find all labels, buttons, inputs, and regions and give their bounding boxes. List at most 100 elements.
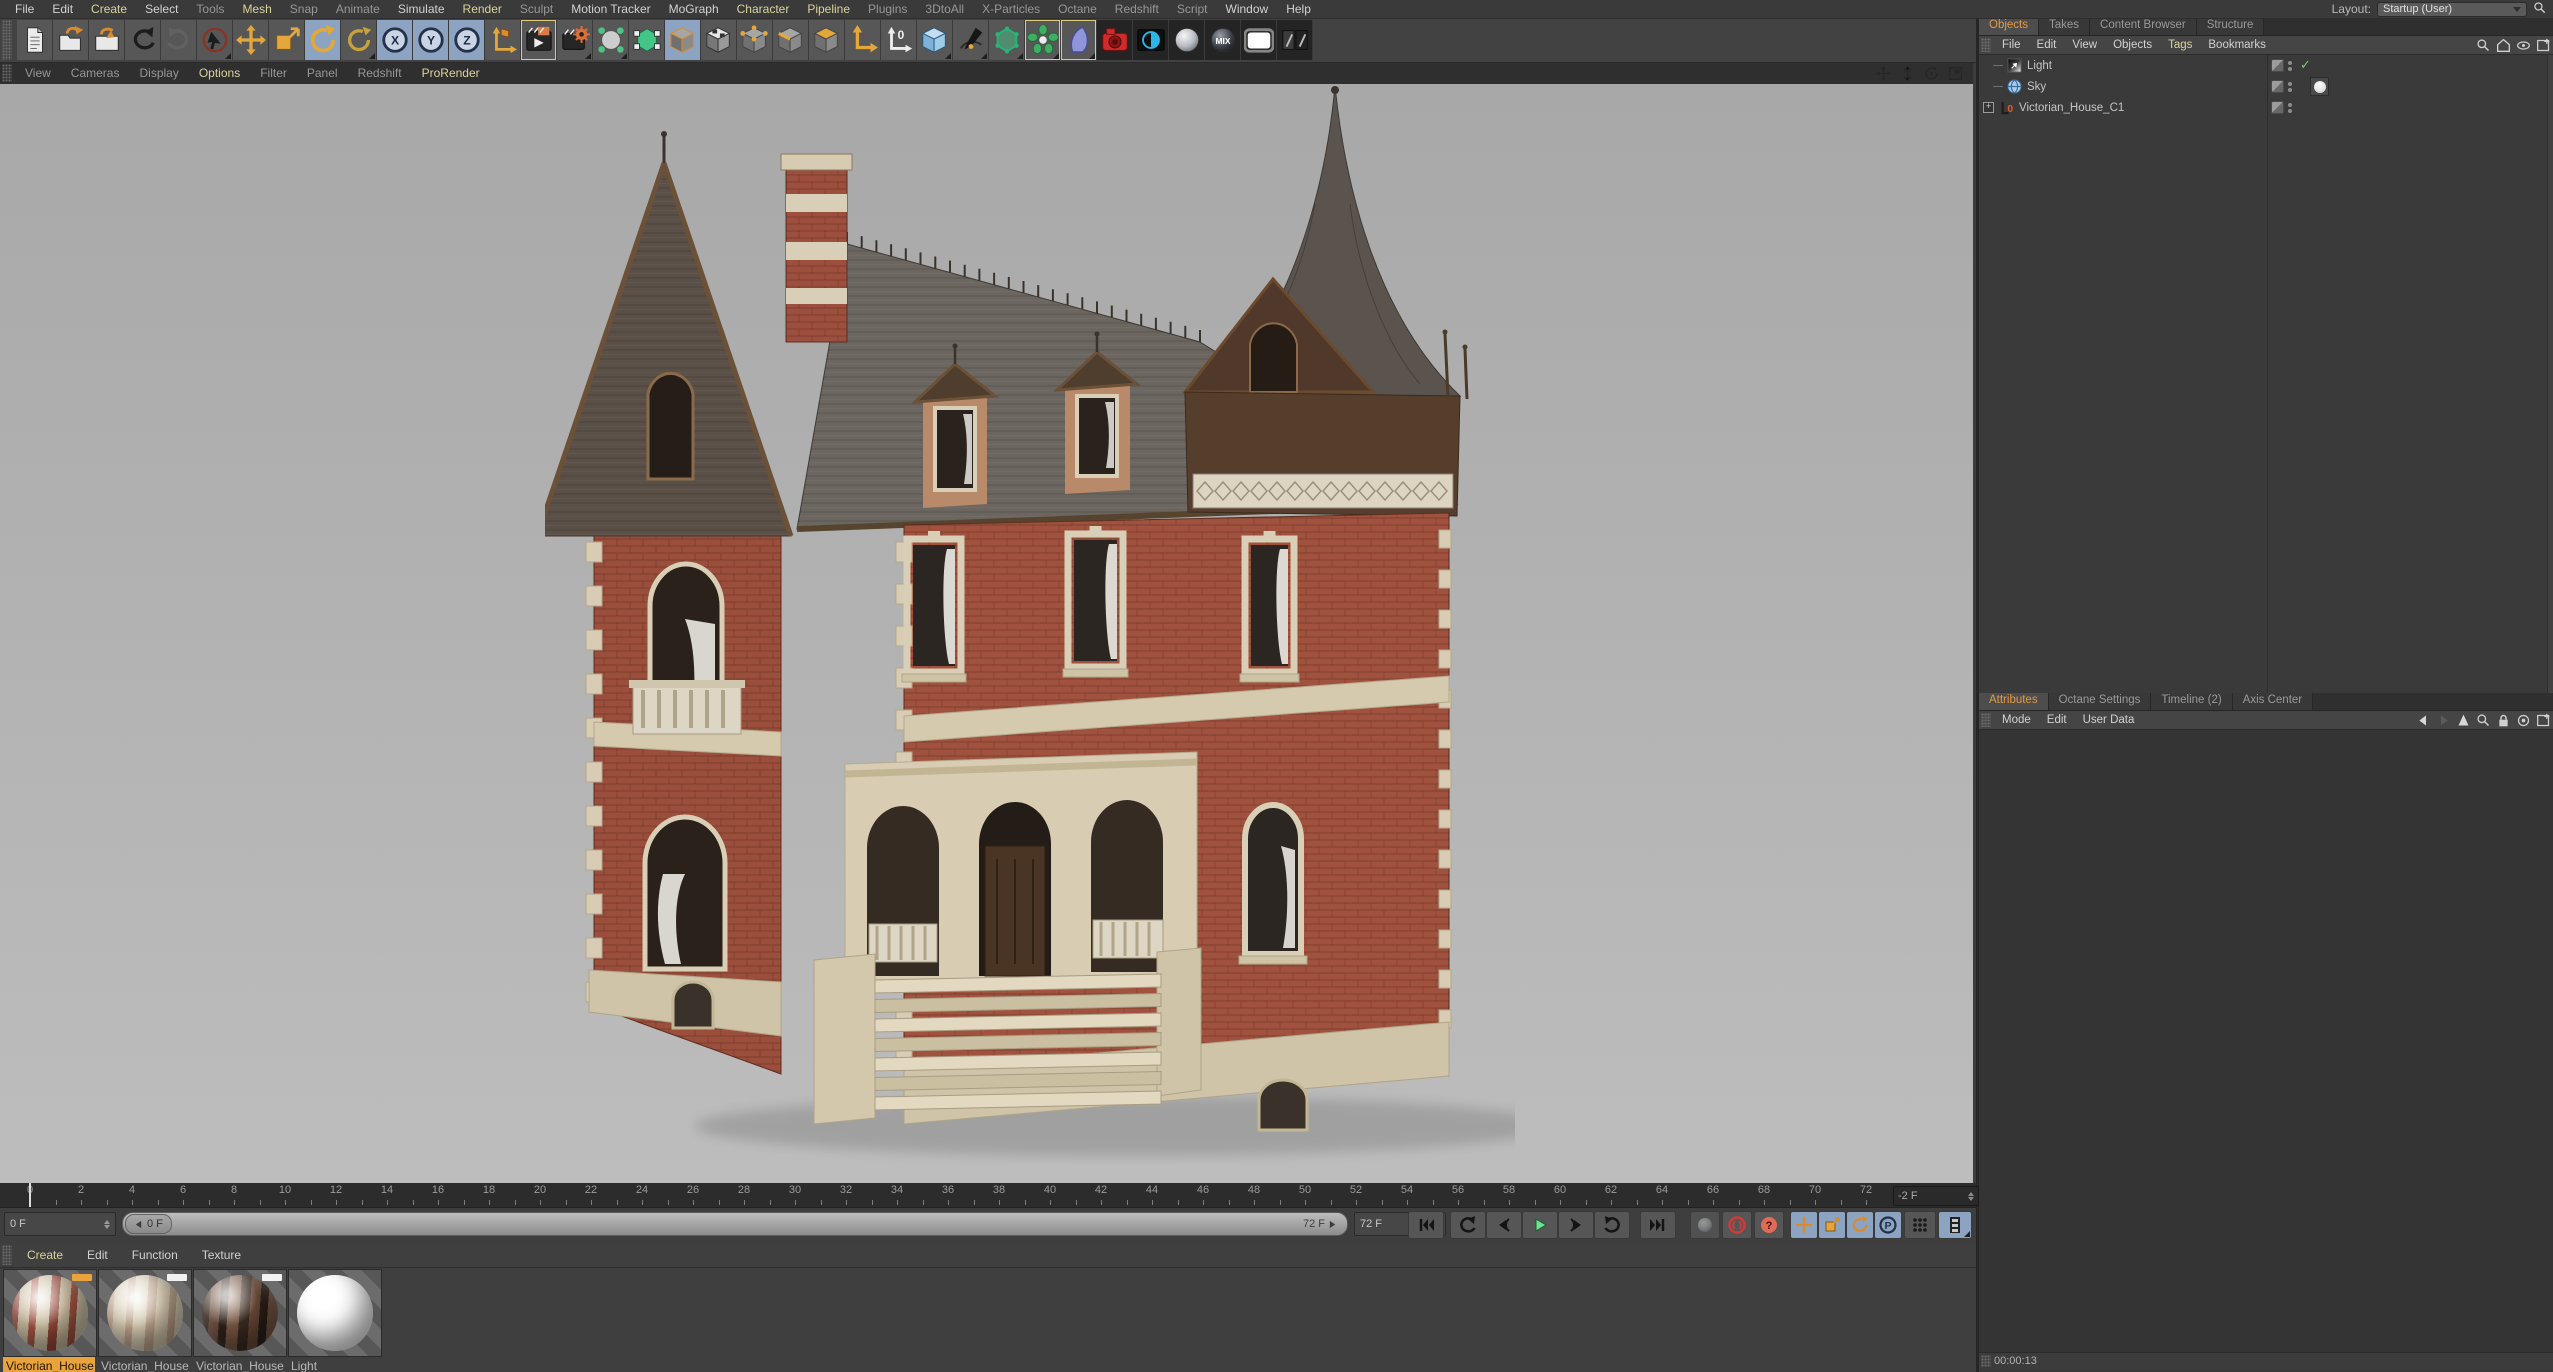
play-button[interactable] (1522, 1211, 1558, 1239)
orbit-view-icon[interactable] (1921, 64, 1941, 82)
eye-filter-icon[interactable] (2515, 37, 2532, 53)
workplane-mode-icon[interactable]: 0 (881, 20, 917, 60)
timeline-ruler[interactable]: 0246810121416182022242628303234363840424… (0, 1183, 1976, 1208)
material-thumbnail[interactable] (98, 1269, 192, 1357)
lock-y-icon[interactable]: Y (413, 20, 449, 60)
texture-pair-icon[interactable] (1277, 20, 1313, 60)
tab-attributes[interactable]: Attributes (1979, 693, 2049, 710)
mix-material-icon[interactable]: MIX (1205, 20, 1241, 60)
menu-render[interactable]: Render (454, 1, 511, 17)
menu-octane[interactable]: Octane (1049, 1, 1106, 17)
tab-timeline-2[interactable]: Timeline (2) (2151, 693, 2233, 710)
menu-tools[interactable]: Tools (187, 1, 233, 17)
layer-color-toggle[interactable] (2271, 59, 2284, 72)
material-label[interactable]: Victorian_House_ (193, 1357, 285, 1372)
search-icon[interactable] (2475, 712, 2492, 728)
menu-window[interactable]: Window (1217, 1, 1278, 17)
key-rotation-icon[interactable] (1846, 1211, 1874, 1239)
point-mode-icon[interactable] (737, 20, 773, 60)
toolbar-grip[interactable] (2, 20, 12, 60)
objects-menu-file[interactable]: File (1994, 39, 2029, 51)
material-victorian-house[interactable]: Victorian_House_ (3, 1269, 97, 1372)
octane-camera-icon[interactable] (1097, 20, 1133, 60)
pan-view-icon[interactable] (1873, 64, 1893, 82)
viewport-menu-grip[interactable] (2, 64, 12, 82)
stepper-icon[interactable] (1968, 1191, 1974, 1201)
viewport-menu-display[interactable]: Display (129, 65, 188, 81)
current-frame-marker[interactable] (29, 1183, 31, 1207)
objects-menu-grip[interactable] (1981, 38, 1991, 52)
tab-structure[interactable]: Structure (2196, 18, 2265, 35)
zoom-view-icon[interactable] (1897, 64, 1917, 82)
material-light[interactable]: Light (288, 1269, 382, 1372)
visibility-dots[interactable] (2288, 81, 2292, 92)
render-view-icon[interactable] (521, 20, 557, 60)
autokey-icon[interactable] (1690, 1211, 1720, 1239)
material-menu-function[interactable]: Function (120, 1248, 190, 1262)
target-icon[interactable] (2515, 712, 2532, 728)
layout-search-icon[interactable] (2533, 1, 2547, 18)
timeline-slider-handle[interactable]: 0 F (125, 1214, 172, 1234)
next-frame-button[interactable] (1558, 1211, 1594, 1239)
objects-menu-objects[interactable]: Objects (2105, 39, 2160, 51)
menu-sculpt[interactable]: Sculpt (511, 1, 562, 17)
key-position-icon[interactable] (1790, 1211, 1818, 1239)
material-label[interactable]: Light (288, 1357, 380, 1372)
light-material-tag[interactable] (2310, 77, 2329, 96)
octane-live-viewer-icon[interactable] (1133, 20, 1169, 60)
scale-tool-icon[interactable] (269, 20, 305, 60)
material-victorian-house[interactable]: Victorian_House_ (98, 1269, 192, 1372)
prev-key-button[interactable] (1450, 1211, 1486, 1239)
texture-mode-icon[interactable] (701, 20, 737, 60)
material-label[interactable]: Victorian_House_ (3, 1357, 95, 1372)
search-icon[interactable] (2475, 37, 2492, 53)
tree-row-victorian-house-c1[interactable]: +0 Victorian_House_C1 (1979, 97, 2553, 118)
menu-3dtoall[interactable]: 3DtoAll (916, 1, 973, 17)
attributes-menu-user-data[interactable]: User Data (2075, 714, 2143, 726)
primitive-cube-icon[interactable] (917, 20, 953, 60)
objects-menu-edit[interactable]: Edit (2029, 39, 2065, 51)
menu-redshift[interactable]: Redshift (1106, 1, 1168, 17)
material-victorian-house[interactable]: Victorian_House_ (193, 1269, 287, 1372)
layer-color-toggle[interactable] (2271, 101, 2284, 114)
material-ball-icon[interactable] (1169, 20, 1205, 60)
objects-menu-bookmarks[interactable]: Bookmarks (2200, 39, 2274, 51)
menu-script[interactable]: Script (1168, 1, 1217, 17)
object-name[interactable]: Light (2027, 60, 2052, 72)
tab-content-browser[interactable]: Content Browser (2090, 18, 2197, 35)
tree-row-sky[interactable]: Sky (1979, 76, 2553, 97)
history-back-icon[interactable] (2415, 712, 2432, 728)
menu-create[interactable]: Create (82, 1, 136, 17)
frame-offset-field[interactable]: -2 F (1893, 1186, 1979, 1206)
material-thumbnail[interactable] (3, 1269, 97, 1357)
menu-plugins[interactable]: Plugins (859, 1, 916, 17)
last-tool-icon[interactable] (341, 20, 377, 60)
expand-icon[interactable]: + (1983, 102, 1994, 113)
material-label[interactable]: Victorian_House_ (98, 1357, 190, 1372)
goto-end-button[interactable] (1640, 1211, 1676, 1239)
visibility-dots[interactable] (2288, 60, 2292, 71)
spline-pen-icon[interactable] (953, 20, 989, 60)
attributes-menu-edit[interactable]: Edit (2039, 714, 2075, 726)
polygon-mode-icon[interactable] (809, 20, 845, 60)
keyframe-help-icon[interactable]: ? (1754, 1211, 1784, 1239)
tab-objects[interactable]: Objects (1979, 18, 2039, 35)
menu-motion-tracker[interactable]: Motion Tracker (562, 1, 659, 17)
viewport-menu-redshift[interactable]: Redshift (348, 65, 412, 81)
next-key-button[interactable] (1594, 1211, 1630, 1239)
up-level-icon[interactable] (2455, 712, 2472, 728)
tab-octane-settings[interactable]: Octane Settings (2048, 693, 2152, 710)
layout-select[interactable]: Startup (User) (2377, 1, 2527, 17)
object-name[interactable]: Victorian_House_C1 (2019, 102, 2124, 114)
material-thumbnail[interactable] (288, 1269, 382, 1357)
lock-x-icon[interactable]: X (377, 20, 413, 60)
attributes-menu-grip[interactable] (1981, 713, 1991, 727)
object-tree-scrollbar[interactable] (2547, 55, 2553, 693)
history-forward-icon[interactable] (2435, 712, 2452, 728)
light-material-icon[interactable] (1241, 20, 1277, 60)
move-tool-icon[interactable] (233, 20, 269, 60)
tab-takes[interactable]: Takes (2039, 18, 2091, 35)
coord-system-icon[interactable] (485, 20, 521, 60)
field-icon[interactable] (1061, 20, 1097, 60)
path-home-icon[interactable] (2495, 37, 2512, 53)
